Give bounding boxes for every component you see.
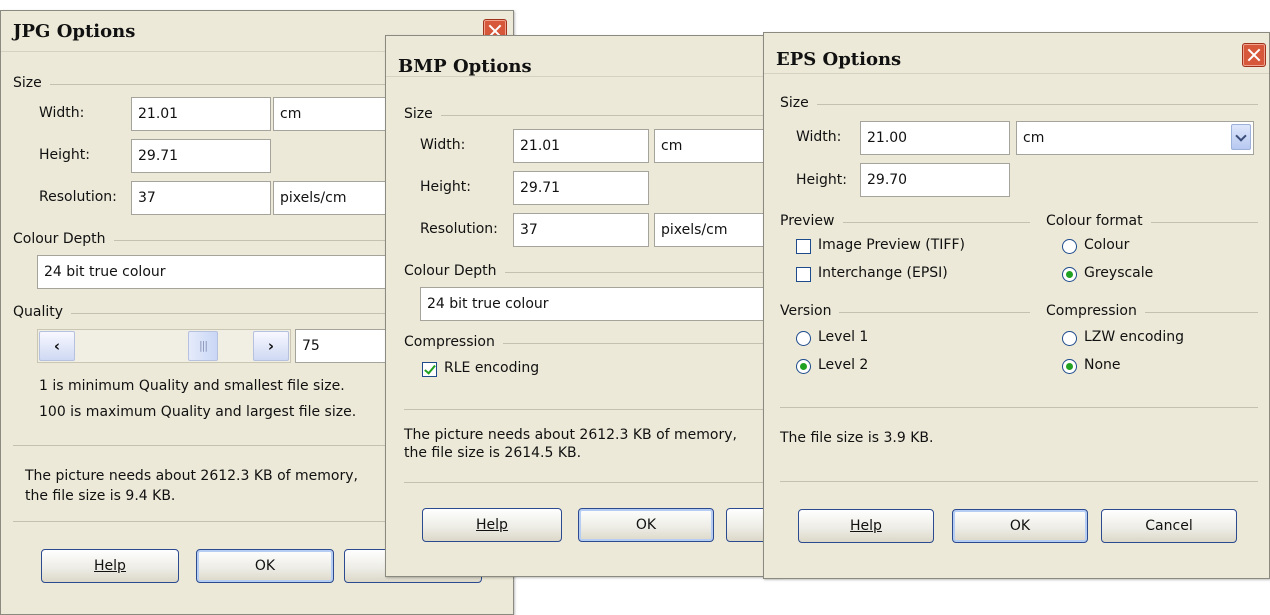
eps-options-dialog: EPS Options Size Width: 21.00 cm Height:… [763,32,1270,579]
jpg-colour-depth-select[interactable]: 24 bit true colour [37,255,397,289]
bmp-options-dialog: BMP Options Size Width: 21.01 cm Height:… [385,35,782,577]
eps-level2-label[interactable]: Level 2 [818,357,868,373]
eps-file-size-note: The file size is 3.9 KB. [780,430,934,446]
eps-dialog-title: EPS Options [776,49,902,70]
eps-title-bar: EPS Options [764,33,1269,74]
bmp-ok-button[interactable]: OK [578,508,714,542]
jpg-quality-min-note: 1 is minimum Quality and smallest file s… [39,378,345,394]
eps-interchange-label[interactable]: Interchange (EPSI) [818,265,948,281]
eps-greyscale-label[interactable]: Greyscale [1084,265,1153,281]
eps-height-label: Height: [796,172,847,188]
eps-width-unit-value: cm [1023,130,1045,146]
eps-colour-radio[interactable] [1062,239,1077,254]
bmp-height-input[interactable]: 29.71 [513,171,649,205]
bmp-size-group: Size [404,106,781,124]
eps-help-button[interactable]: Help [798,509,934,543]
bmp-width-input[interactable]: 21.01 [513,129,649,163]
bmp-rle-label[interactable]: RLE encoding [444,360,539,376]
jpg-memory-line2: the file size is 9.4 KB. [25,488,176,504]
jpg-quality-slider-thumb[interactable]: ||| [188,331,218,361]
jpg-height-input[interactable]: 29.71 [131,139,271,173]
bmp-resolution-label: Resolution: [420,221,498,237]
eps-greyscale-radio[interactable] [1062,267,1077,282]
bmp-help-button[interactable]: Help [422,508,562,542]
bmp-compression-group: Compression [404,334,781,352]
bmp-colour-depth-group: Colour Depth [404,263,781,281]
jpg-height-label: Height: [39,147,90,163]
bmp-separator [404,409,781,410]
eps-none-radio[interactable] [1062,359,1077,374]
eps-compression-group: Compression [1046,303,1258,321]
eps-lzw-radio[interactable] [1062,331,1077,346]
bmp-colour-depth-select[interactable]: 24 bit true colour [420,287,781,321]
bmp-memory-line2: the file size is 2614.5 KB. [404,445,582,461]
bmp-memory-line1: The picture needs about 2612.3 KB of mem… [404,427,737,443]
eps-width-unit-select[interactable]: cm [1016,121,1254,155]
jpg-width-label: Width: [39,105,85,121]
jpg-memory-line1: The picture needs about 2612.3 KB of mem… [25,468,358,484]
bmp-dialog-title: BMP Options [398,56,532,77]
eps-lzw-label[interactable]: LZW encoding [1084,329,1184,345]
jpg-resolution-label: Resolution: [39,189,117,205]
eps-colour-format-group: Colour format [1046,213,1258,231]
eps-separator-bottom [780,481,1258,482]
bmp-rle-checkbox[interactable] [422,362,437,377]
eps-interchange-checkbox[interactable] [796,267,811,282]
jpg-resolution-unit-select[interactable]: pixels/cm [273,181,393,215]
eps-level1-radio[interactable] [796,331,811,346]
jpg-ok-button[interactable]: OK [196,549,334,583]
scroll-left-icon[interactable]: ‹ [39,331,75,361]
scroll-right-icon[interactable]: › [253,331,289,361]
jpg-quality-input[interactable]: 75 [295,329,395,363]
eps-close-icon[interactable] [1242,43,1266,67]
bmp-title-bar: BMP Options [386,36,781,77]
eps-separator [780,407,1258,408]
jpg-help-button[interactable]: Help [41,549,179,583]
jpg-dialog-title: JPG Options [13,21,136,42]
eps-none-label[interactable]: None [1084,357,1121,373]
eps-colour-label[interactable]: Colour [1084,237,1129,253]
chevron-down-icon[interactable] [1231,124,1251,150]
eps-cancel-button[interactable]: Cancel [1101,509,1237,543]
jpg-quality-max-note: 100 is maximum Quality and largest file … [39,404,357,420]
eps-image-preview-checkbox[interactable] [796,239,811,254]
bmp-width-label: Width: [420,137,466,153]
eps-size-group: Size [780,95,1258,113]
eps-preview-group: Preview [780,213,1030,231]
eps-width-label: Width: [796,129,842,145]
bmp-resolution-input[interactable]: 37 [513,213,649,247]
eps-level1-label[interactable]: Level 1 [818,329,868,345]
eps-width-input[interactable]: 21.00 [860,121,1010,155]
eps-version-group: Version [780,303,1030,321]
eps-level2-radio[interactable] [796,359,811,374]
eps-ok-button[interactable]: OK [952,509,1088,543]
bmp-separator-bottom [404,482,781,483]
eps-image-preview-label[interactable]: Image Preview (TIFF) [818,237,965,253]
jpg-width-unit-select[interactable]: cm [273,97,393,131]
jpg-width-input[interactable]: 21.01 [131,97,271,131]
bmp-height-label: Height: [420,179,471,195]
jpg-quality-scrollbar[interactable]: ‹ ||| › [37,329,291,363]
eps-height-input[interactable]: 29.70 [860,163,1010,197]
jpg-resolution-input[interactable]: 37 [131,181,271,215]
